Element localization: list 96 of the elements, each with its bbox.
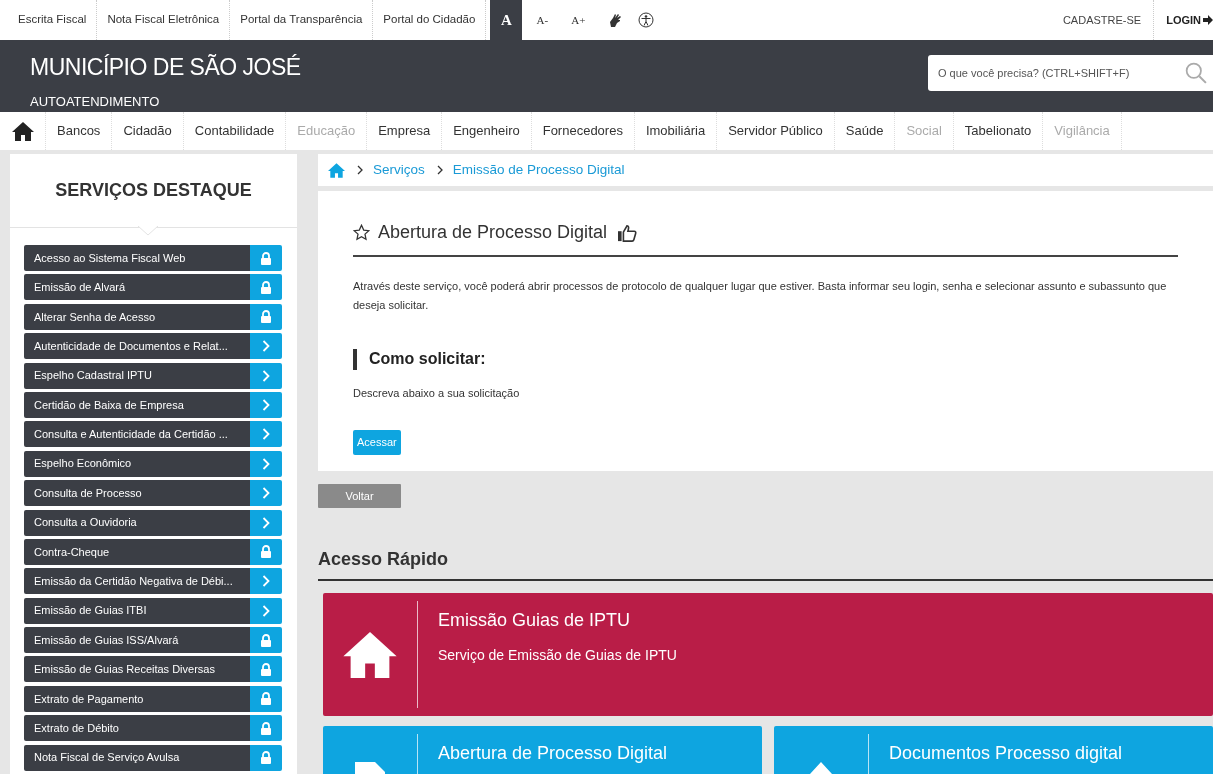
accessibility-icon[interactable] [638,12,655,28]
service-link[interactable]: Extrato de Débito [24,715,250,742]
nav-item[interactable]: Fornecedores [531,112,635,150]
service-link[interactable]: Extrato de Pagamento [24,685,250,712]
thumbs-up-icon[interactable] [617,223,638,242]
site-title: MUNICÍPIO DE SÃO JOSÉ [30,53,301,82]
nav-item[interactable]: Saúde [834,112,896,150]
service-link[interactable]: Certidão de Baixa de Empresa [24,391,250,418]
service-link[interactable]: Contra-Cheque [24,538,250,565]
font-size-button[interactable]: A [490,0,523,40]
nav-item[interactable]: Empresa [367,112,443,150]
sidebar-icon-button[interactable] [250,245,282,271]
search-icon[interactable] [1185,55,1213,91]
quick-access-card[interactable]: Emissão Guias de IPTU Serviço de Emissão de Guias de IPTU [323,593,1213,716]
search-field[interactable]: O que você precisa? (CTRL+SHIFT+F) [928,55,1185,91]
lock-icon [260,721,272,735]
service-link[interactable]: Nota Fiscal de Serviço Avulsa [24,744,250,771]
service-link[interactable]: Emissão da Certidão Negativa de Débi... [24,568,250,595]
nav-item[interactable]: Imobiliária [634,112,718,150]
service-link[interactable]: Consulta a Ouvidoria [24,509,250,536]
site-subtitle: AUTOATENDIMENTO [30,92,161,111]
sidebar-icon-button[interactable] [250,362,282,389]
service-link[interactable]: Autenticidade de Documentos e Relat... [24,333,250,360]
service-link[interactable]: Emissão de Guias ISS/Alvará [24,627,250,654]
card-title: Emissão Guias de IPTU [438,609,632,632]
lock-icon [260,692,272,706]
chevron-right-icon [262,604,270,617]
lock-icon [260,545,272,559]
lock-icon [260,751,272,765]
lock-icon [260,310,272,324]
service-title: Abertura de Processo Digital [378,221,608,244]
sidebar-icon-button[interactable] [250,627,282,654]
house-icon [343,631,397,678]
top-link[interactable]: Escrita Fiscal [18,11,87,29]
sidebar-title: SERVIÇOS DESTAQUE [55,179,252,202]
nav-item[interactable]: Cidadão [112,112,184,150]
sidebar-icon-button[interactable] [250,274,282,301]
chevron-right-icon [436,165,443,175]
login-icon[interactable] [1203,14,1213,26]
star-icon[interactable] [353,224,370,241]
chevron-right-icon [262,428,270,441]
font-size-button[interactable]: A- [526,0,559,40]
card-subtitle: Serviço de Emissão de Guias de IPTU [438,646,677,665]
chevron-right-icon [262,398,270,411]
nav-item[interactable]: Contabilidade [183,112,287,150]
chevron-right-icon [262,457,270,470]
lock-icon [260,251,272,265]
top-link[interactable]: Portal do Cidadão [383,11,476,29]
home-icon[interactable] [11,121,34,141]
sidebar-icon-button[interactable] [250,421,282,448]
nav-item[interactable]: Servidor Público [717,112,835,150]
sidebar-icon-button[interactable] [250,685,282,712]
service-link[interactable]: Alterar Senha de Acesso [24,303,250,330]
nav-item[interactable]: Bancos [46,112,113,150]
signup-link[interactable]: CADASTRE-SE [1062,11,1142,29]
sidebar-icon-button[interactable] [250,568,282,595]
nav-item[interactable]: Tabelionato [953,112,1044,150]
card-title: Documentos Processo digital [889,742,1123,765]
service-link[interactable]: Consulta e Autenticidade da Certidão ... [24,421,250,448]
sidebar-icon-button[interactable] [250,391,282,418]
chevron-right-icon [262,369,270,382]
chevron-right-icon [262,575,270,588]
service-description: Através deste serviço, você poderá abrir processos de protocolo de qualquer lugar que estiver. Basta informar seu login, senha e selecionar assunto e subassunto que deseja solicitar. [353,279,1168,313]
chevron-right-icon [357,165,363,175]
sidebar-icon-button[interactable] [250,303,282,330]
login-link[interactable]: LOGIN [1166,11,1201,29]
section-heading: Como solicitar: [369,349,486,369]
service-link[interactable]: Emissão de Guias ITBI [24,597,250,624]
service-link[interactable]: Espelho Econômico [24,450,250,477]
chevron-right-icon [262,340,270,353]
service-link[interactable]: Acesso ao Sistema Fiscal Web [24,245,250,271]
service-link[interactable]: Emissão de Alvará [24,274,250,301]
chevron-right-icon [262,487,270,500]
sidebar-icon-button[interactable] [250,480,282,507]
top-link[interactable]: Portal da Transparência [240,11,363,29]
sidebar-icon-button[interactable] [250,333,282,360]
service-link[interactable]: Emissão de Guias Receitas Diversas [24,656,250,683]
instruction-text: Descreva abaixo a sua solicitação [353,386,521,401]
card-title: Abertura de Processo Digital [438,742,668,765]
sidebar-icon-button[interactable] [250,744,282,771]
top-link[interactable]: Nota Fiscal Eletrônica [107,11,220,29]
font-size-button[interactable]: A+ [562,0,595,40]
sidebar-icon-button[interactable] [250,597,282,624]
section-heading: Acesso Rápido [318,546,1213,581]
sidebar-icon-button[interactable] [250,538,282,565]
service-link[interactable]: Consulta de Processo [24,480,250,507]
sidebar-icon-button[interactable] [250,656,282,683]
lock-icon [260,662,272,676]
sidebar-icon-button[interactable] [250,509,282,536]
lock-icon [260,633,272,647]
chevron-right-icon [262,516,270,529]
lock-icon [260,280,272,294]
sidebar-icon-button[interactable] [250,715,282,742]
service-link[interactable]: Espelho Cadastral IPTU [24,362,250,389]
sidebar-icon-button[interactable] [250,450,282,477]
nav-item[interactable]: Engenheiro [442,112,532,150]
